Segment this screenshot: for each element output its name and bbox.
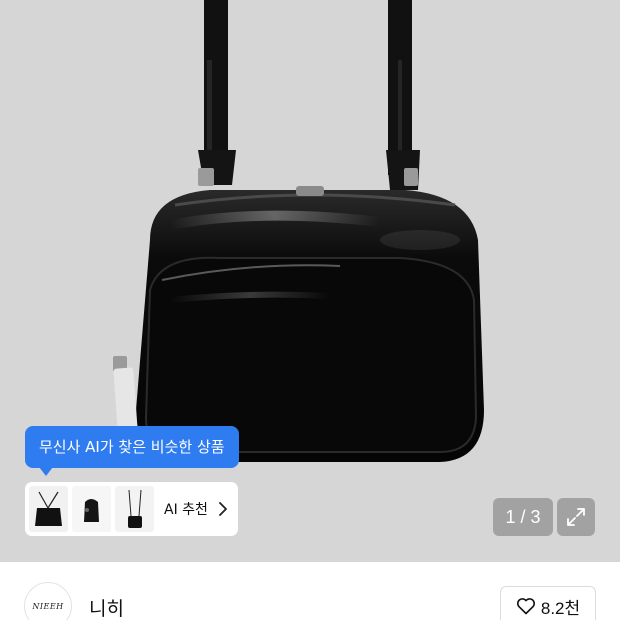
like-count: 8.2천 [540,598,581,618]
brand-row: NIEEH 니히 8.2천 [0,562,620,620]
chevron-right-icon [219,502,227,516]
heart-outline-icon [516,598,535,615]
ai-recommend-label: AI 추천 [164,502,208,518]
product-photo-bag [113,0,484,462]
recommend-thumb-3[interactable] [115,486,154,532]
expand-button[interactable] [557,498,595,536]
ai-similar-tooltip: 무신사 AI가 찾은 비슷한 상품 [25,426,239,476]
image-page-counter: 1 / 3 [493,498,553,536]
product-image[interactable]: 무신사 AI가 찾은 비슷한 상품 AI 추천 1 / 3 [0,0,620,562]
recommend-thumb-1[interactable] [29,486,68,532]
recommend-thumb-2[interactable] [72,486,111,532]
brand-logo[interactable]: NIEEH [24,582,72,620]
ai-recommend-strip[interactable]: AI 추천 [25,482,238,536]
backpack-image [72,486,111,532]
expand-icon [567,508,585,526]
drawstring-bag-image [29,486,68,532]
brand-logo-text: NIEEH [32,601,64,611]
like-button[interactable]: 8.2천 [500,586,596,620]
sling-bag-image [115,486,154,532]
brand-name[interactable]: 니히 [89,594,124,620]
